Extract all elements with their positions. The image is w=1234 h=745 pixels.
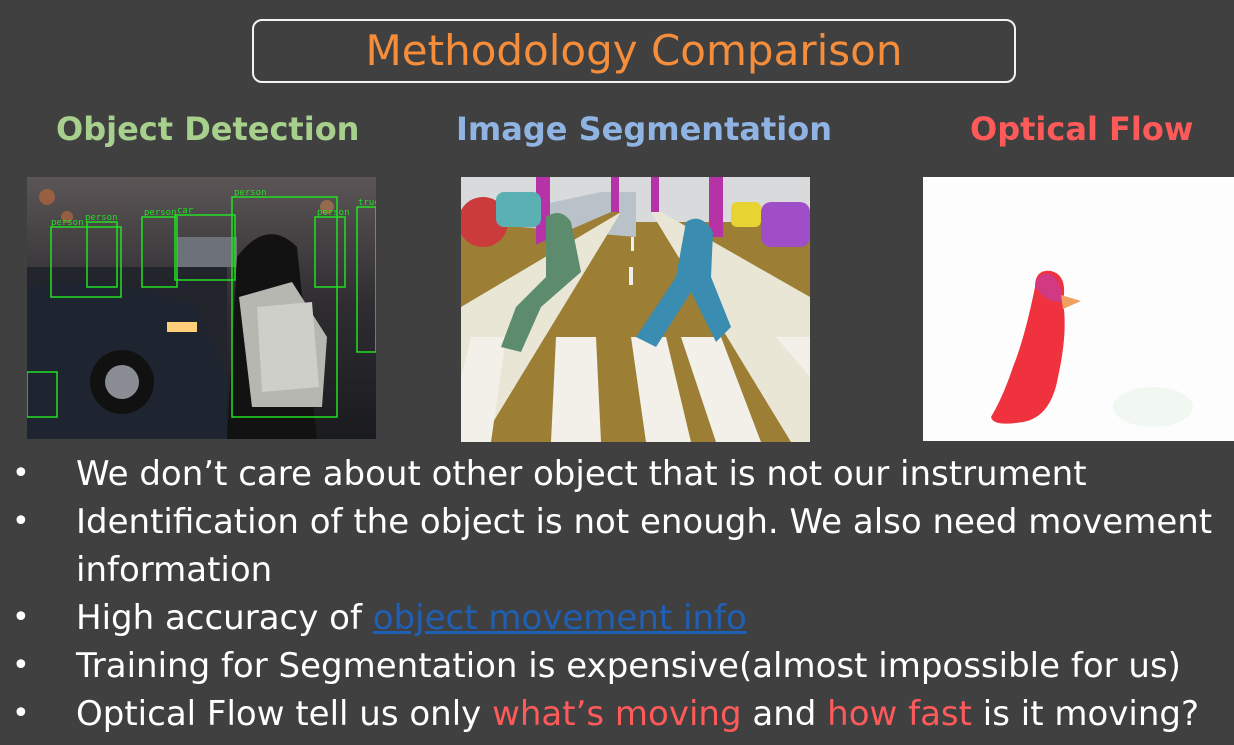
bullet-text: is it moving? (971, 694, 1200, 734)
highlight-whats-moving: what’s moving (492, 694, 742, 734)
slide-title: Methodology Comparison (365, 26, 903, 75)
detection-label: truck (358, 198, 376, 208)
detection-label: person (234, 188, 267, 198)
image-segmentation-image (461, 177, 810, 442)
object-movement-info-link[interactable]: object movement info (373, 598, 747, 638)
highlight-how-fast: how fast (827, 694, 972, 734)
title-box: Methodology Comparison (252, 19, 1016, 83)
bullet-item: • Training for Segmentation is expensive… (0, 642, 1234, 690)
heading-object-detection: Object Detection (56, 110, 360, 148)
bullet-symbol: • (12, 696, 30, 731)
heading-optical-flow: Optical Flow (970, 110, 1194, 148)
detection-label: person (144, 208, 177, 218)
bullet-list: • We don’t care about other object that … (0, 450, 1234, 738)
bullet-text: Identification of the object is not enou… (76, 502, 1213, 590)
heading-image-segmentation: Image Segmentation (456, 110, 832, 148)
bullet-item: • High accuracy of object movement info (0, 594, 1234, 642)
bullet-item: • Optical Flow tell us only what’s movin… (0, 690, 1234, 738)
bullet-symbol: • (12, 456, 30, 491)
detection-label: person (51, 218, 84, 228)
bullet-symbol: • (12, 504, 30, 539)
detection-label: car (177, 206, 194, 216)
detection-label: person (85, 213, 118, 223)
object-detection-image: person person person person car person t… (27, 177, 376, 439)
bullet-symbol: • (12, 600, 30, 635)
detection-label: person (317, 208, 350, 218)
bullet-item: • Identification of the object is not en… (0, 498, 1234, 594)
bullet-text: Optical Flow tell us only (76, 694, 493, 734)
optical-flow-image (923, 177, 1234, 441)
bullet-symbol: • (12, 648, 30, 683)
bullet-text: High accuracy of (76, 598, 373, 638)
bullet-text: Training for Segmentation is expensive(a… (76, 646, 1181, 686)
bullet-item: • We don’t care about other object that … (0, 450, 1234, 498)
bullet-text: and (741, 694, 828, 734)
bullet-text: We don’t care about other object that is… (76, 454, 1087, 494)
